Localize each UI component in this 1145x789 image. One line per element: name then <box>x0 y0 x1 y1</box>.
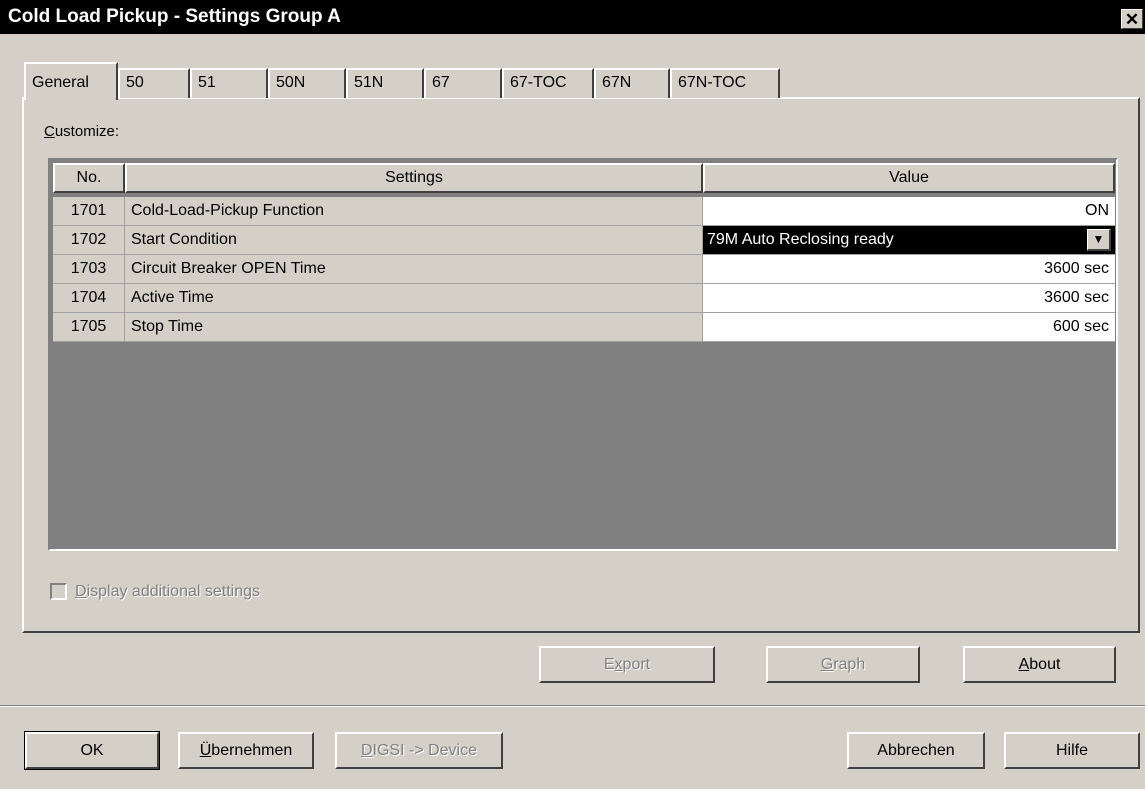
tab-label: 67 <box>432 74 450 91</box>
tab-67n-toc[interactable]: 67N-TOC <box>670 68 780 98</box>
row-setting: Cold-Load-Pickup Function <box>125 197 703 226</box>
additional-mnemonic: D <box>75 583 87 600</box>
digsi-device-button: DIGSI -> Device <box>335 732 503 769</box>
row-value[interactable]: 600 sec <box>703 313 1115 342</box>
tab-label: 67N <box>602 74 632 91</box>
tab-label: General <box>32 74 89 91</box>
title-bar: Cold Load Pickup - Settings Group A ✕ <box>0 0 1145 34</box>
row-value[interactable]: 3600 sec <box>703 255 1115 284</box>
column-header-no[interactable]: No. <box>53 163 125 193</box>
table-row[interactable]: 1702 Start Condition 79M Auto Reclosing … <box>53 226 1115 255</box>
btn-text: port <box>622 656 651 673</box>
btn-text: bernehmen <box>211 742 293 759</box>
additional-settings-checkbox <box>50 583 67 601</box>
column-header-value[interactable]: Value <box>703 163 1115 193</box>
chevron-down-icon[interactable]: ▼ <box>1087 229 1111 251</box>
tab-51n[interactable]: 51N <box>346 68 424 98</box>
row-number: 1704 <box>53 284 125 313</box>
export-button: Export <box>539 646 715 683</box>
btn-mnemonic: D <box>360 742 373 759</box>
row-value[interactable]: ON <box>703 197 1115 226</box>
customize-text: ustomize: <box>54 123 120 140</box>
table-row[interactable]: 1705 Stop Time 600 sec <box>53 313 1115 342</box>
row-number: 1701 <box>53 197 125 226</box>
row-setting: Stop Time <box>125 313 703 342</box>
ok-button[interactable]: OK <box>24 731 160 770</box>
tab-67-toc[interactable]: 67-TOC <box>502 68 594 98</box>
window-title: Cold Load Pickup - Settings Group A <box>8 6 341 27</box>
about-button[interactable]: About <box>963 646 1116 683</box>
tab-label: 67N-TOC <box>678 74 747 91</box>
tab-label: 67-TOC <box>510 74 567 91</box>
row-setting: Active Time <box>125 284 703 313</box>
tab-67[interactable]: 67 <box>424 68 502 98</box>
graph-button: Graph <box>766 646 920 683</box>
btn-mnemonic: Ü <box>199 742 212 759</box>
row-setting: Circuit Breaker OPEN Time <box>125 255 703 284</box>
row-number: 1702 <box>53 226 125 255</box>
tab-67n[interactable]: 67N <box>594 68 670 98</box>
customize-label: Customize: <box>44 123 119 140</box>
display-additional-settings: Display additional settings <box>50 583 260 601</box>
btn-mnemonic: A <box>1018 656 1030 673</box>
cancel-button[interactable]: Abbrechen <box>847 732 985 769</box>
row-setting: Start Condition <box>125 226 703 255</box>
table-row[interactable]: 1703 Circuit Breaker OPEN Time 3600 sec <box>53 255 1115 284</box>
tab-general[interactable]: General <box>24 62 118 100</box>
btn-mnemonic: x <box>614 656 623 673</box>
apply-button[interactable]: Übernehmen <box>178 732 314 769</box>
help-button[interactable]: Hilfe <box>1004 732 1140 769</box>
tab-51[interactable]: 51 <box>190 68 268 98</box>
table-row[interactable]: 1704 Active Time 3600 sec <box>53 284 1115 313</box>
additional-text: isplay additional settings <box>86 583 260 600</box>
customize-mnemonic: C <box>44 123 55 140</box>
row-number: 1703 <box>53 255 125 284</box>
table-row[interactable]: 1701 Cold-Load-Pickup Function ON <box>53 197 1115 226</box>
select-value: 79M Auto Reclosing ready <box>707 231 894 248</box>
row-value[interactable]: 3600 sec <box>703 284 1115 313</box>
settings-grid: No. Settings Value 1701 Cold-Load-Pickup… <box>48 158 1118 551</box>
tab-50[interactable]: 50 <box>118 68 190 98</box>
tab-label: 51 <box>198 74 216 91</box>
start-condition-select[interactable]: 79M Auto Reclosing ready ▼ <box>703 226 1115 255</box>
btn-text: E <box>603 656 615 673</box>
btn-text: raph <box>833 656 866 673</box>
separator <box>0 705 1145 707</box>
tab-label: 50N <box>276 74 306 91</box>
btn-text: bout <box>1029 656 1061 673</box>
row-number: 1705 <box>53 313 125 342</box>
close-button[interactable]: ✕ <box>1121 9 1143 29</box>
btn-text: IGSI -> Device <box>372 742 478 759</box>
tab-label: 50 <box>126 74 144 91</box>
column-header-settings[interactable]: Settings <box>125 163 703 193</box>
btn-mnemonic: G <box>820 656 834 673</box>
tab-label: 51N <box>354 74 384 91</box>
tab-50n[interactable]: 50N <box>268 68 346 98</box>
